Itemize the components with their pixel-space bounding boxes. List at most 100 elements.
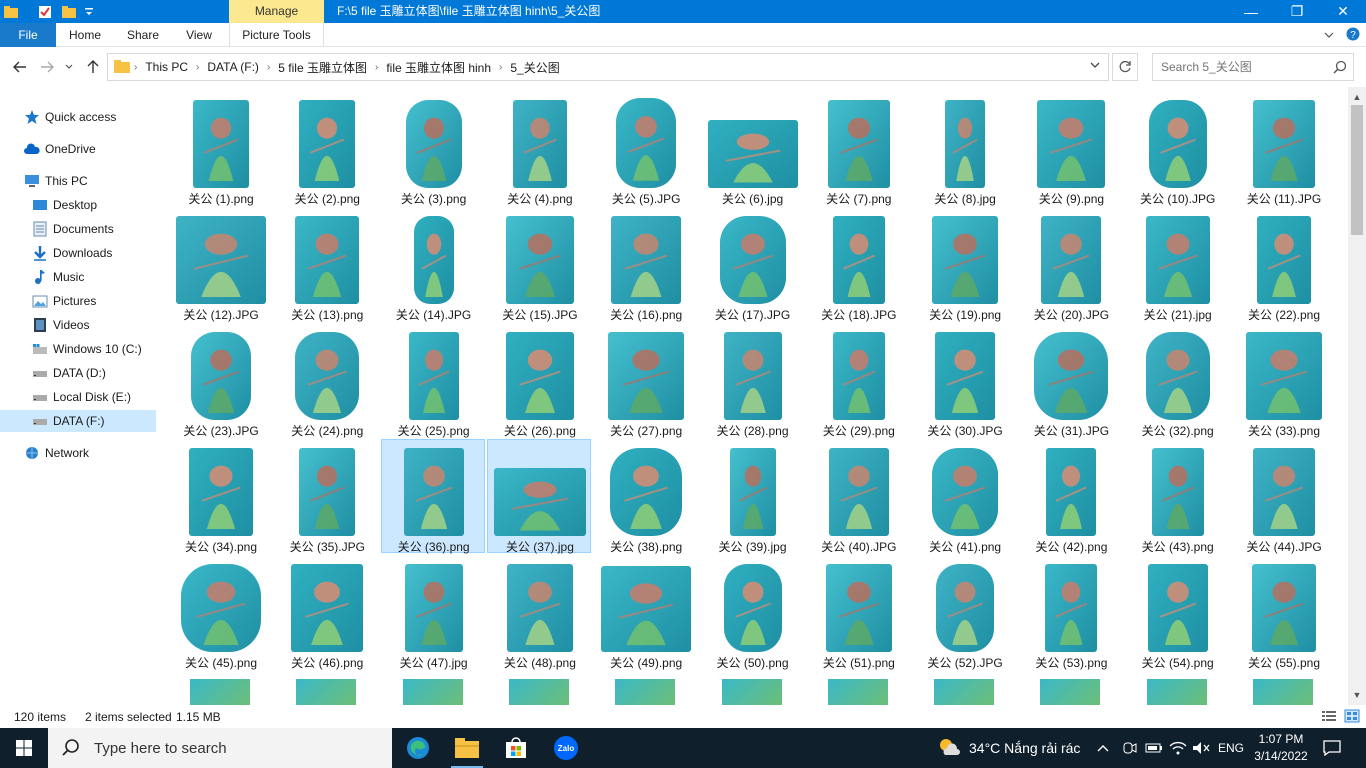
new-folder-icon[interactable]: [60, 3, 78, 21]
file-item[interactable]: 关公 (3).png: [381, 91, 485, 206]
file-item[interactable]: 关公 (17).JPG: [700, 207, 804, 322]
file-item[interactable]: 关公 (8).jpg: [912, 91, 1016, 206]
scrollbar-thumb[interactable]: [1351, 105, 1363, 235]
breadcrumb-folder-1[interactable]: 5 file 玉雕立体图: [274, 59, 371, 76]
help-icon[interactable]: ?: [1346, 27, 1360, 44]
file-item[interactable]: 关公 (9).png: [1018, 91, 1122, 206]
image-thumbnail[interactable]: [721, 679, 782, 705]
store-icon[interactable]: [492, 728, 540, 768]
up-arrow-icon[interactable]: [83, 57, 103, 77]
file-item[interactable]: 关公 (31).JPG: [1018, 323, 1122, 438]
image-thumbnail[interactable]: [1146, 679, 1207, 705]
file-item[interactable]: 关公 (24).png: [274, 323, 378, 438]
search-icon[interactable]: [1333, 60, 1347, 77]
nav-item-quick-access[interactable]: Quick access: [24, 106, 180, 128]
tab-picture-tools[interactable]: Picture Tools: [229, 23, 324, 47]
wifi-icon[interactable]: [1169, 728, 1187, 768]
file-item[interactable]: 关公 (36).png: [380, 439, 485, 554]
file-item[interactable]: 关公 (53).png: [1018, 555, 1122, 670]
file-item[interactable]: 关公 (1).png: [168, 91, 272, 206]
nav-item-network[interactable]: Network: [24, 442, 180, 464]
refresh-button[interactable]: [1112, 53, 1138, 81]
chevron-right-icon[interactable]: ›: [371, 62, 382, 73]
file-item[interactable]: 关公 (18).JPG: [806, 207, 910, 322]
file-item[interactable]: 关公 (50).png: [700, 555, 804, 670]
zalo-icon[interactable]: Zalo: [542, 728, 590, 768]
chevron-right-icon[interactable]: ›: [495, 62, 506, 73]
volume-muted-icon[interactable]: [1192, 728, 1210, 768]
recent-locations-icon[interactable]: [62, 57, 76, 77]
file-item[interactable]: 关公 (39).jpg: [700, 439, 804, 554]
manage-tab[interactable]: Manage: [229, 0, 324, 23]
nav-item-data-f[interactable]: DATA (F:): [0, 410, 156, 432]
image-thumbnail[interactable]: [190, 679, 250, 705]
file-item[interactable]: 关公 (12).JPG: [168, 207, 272, 322]
file-item[interactable]: 关公 (26).png: [487, 323, 591, 438]
file-item[interactable]: 关公 (43).png: [1125, 439, 1229, 554]
meet-now-icon[interactable]: [1121, 728, 1137, 768]
file-item[interactable]: 关公 (46).png: [274, 555, 378, 670]
image-thumbnail[interactable]: [1040, 679, 1101, 705]
address-bar[interactable]: › This PC › DATA (F:) › 5 file 玉雕立体图 › f…: [107, 53, 1109, 81]
breadcrumb-folder-2[interactable]: file 玉雕立体图 hinh: [382, 59, 495, 76]
breadcrumb-this-pc[interactable]: This PC: [141, 60, 192, 74]
notifications-icon[interactable]: [1323, 728, 1341, 768]
scroll-up-icon[interactable]: ▲: [1348, 89, 1366, 105]
tab-file[interactable]: File: [0, 23, 56, 47]
chevron-down-icon[interactable]: [1090, 60, 1100, 72]
clock[interactable]: 1:07 PM 3/14/2022: [1253, 731, 1309, 765]
file-item[interactable]: 关公 (38).png: [593, 439, 697, 554]
file-item[interactable]: 关公 (33).png: [1231, 323, 1335, 438]
nav-item-this-pc[interactable]: This PC: [24, 170, 180, 192]
properties-icon[interactable]: [36, 3, 54, 21]
file-item[interactable]: 关公 (15).JPG: [487, 207, 591, 322]
file-item[interactable]: 关公 (20).JPG: [1018, 207, 1122, 322]
expand-ribbon-icon[interactable]: [1324, 28, 1334, 42]
back-arrow-icon[interactable]: [10, 57, 30, 77]
image-thumbnail[interactable]: [402, 679, 463, 705]
file-item[interactable]: 关公 (29).png: [806, 323, 910, 438]
image-thumbnail[interactable]: [508, 679, 569, 705]
taskbar-search[interactable]: Type here to search: [48, 728, 392, 768]
file-item[interactable]: 关公 (13).png: [274, 207, 378, 322]
image-thumbnail[interactable]: [1253, 679, 1313, 705]
chevron-right-icon[interactable]: ›: [192, 62, 203, 73]
chevron-right-icon[interactable]: ›: [130, 62, 141, 73]
file-item[interactable]: 关公 (6).jpg: [700, 91, 804, 206]
file-item[interactable]: 关公 (23).JPG: [168, 323, 272, 438]
file-item[interactable]: 关公 (11).JPG: [1231, 91, 1335, 206]
weather-widget[interactable]: 34°C Nắng rải rác: [937, 728, 1080, 768]
maximize-button[interactable]: ❐: [1274, 0, 1320, 23]
file-item[interactable]: 关公 (25).png: [381, 323, 485, 438]
file-item[interactable]: 关公 (14).JPG: [381, 207, 485, 322]
file-item[interactable]: 关公 (5).JPG: [593, 91, 697, 206]
image-thumbnail[interactable]: [296, 679, 357, 705]
image-thumbnail[interactable]: [934, 679, 995, 705]
edge-icon[interactable]: [394, 728, 442, 768]
file-item[interactable]: 关公 (55).png: [1231, 555, 1335, 670]
file-item[interactable]: 关公 (32).png: [1125, 323, 1229, 438]
file-item[interactable]: 关公 (34).png: [168, 439, 272, 554]
search-input[interactable]: [1153, 54, 1323, 80]
battery-icon[interactable]: [1145, 728, 1163, 768]
input-language[interactable]: ENG: [1218, 728, 1244, 768]
folder-icon[interactable]: [2, 3, 20, 21]
file-item[interactable]: 关公 (30).JPG: [912, 323, 1016, 438]
vertical-scrollbar[interactable]: ▲ ▼: [1348, 87, 1366, 705]
file-item[interactable]: 关公 (45).png: [168, 555, 272, 670]
forward-arrow-icon[interactable]: [37, 57, 57, 77]
close-button[interactable]: ✕: [1320, 0, 1366, 23]
tab-home[interactable]: Home: [60, 23, 110, 47]
image-thumbnail[interactable]: [827, 679, 888, 705]
file-item[interactable]: 关公 (51).png: [806, 555, 910, 670]
file-item[interactable]: 关公 (28).png: [700, 323, 804, 438]
chevron-right-icon[interactable]: ›: [263, 62, 274, 73]
file-explorer-icon[interactable]: [443, 728, 491, 768]
image-thumbnail[interactable]: [615, 679, 676, 705]
tab-view[interactable]: View: [176, 23, 222, 47]
file-item[interactable]: 关公 (52).JPG: [912, 555, 1016, 670]
file-item[interactable]: 关公 (21).jpg: [1125, 207, 1229, 322]
file-item[interactable]: 关公 (40).JPG: [806, 439, 910, 554]
search-box[interactable]: [1152, 53, 1354, 81]
file-item[interactable]: 关公 (54).png: [1125, 555, 1229, 670]
